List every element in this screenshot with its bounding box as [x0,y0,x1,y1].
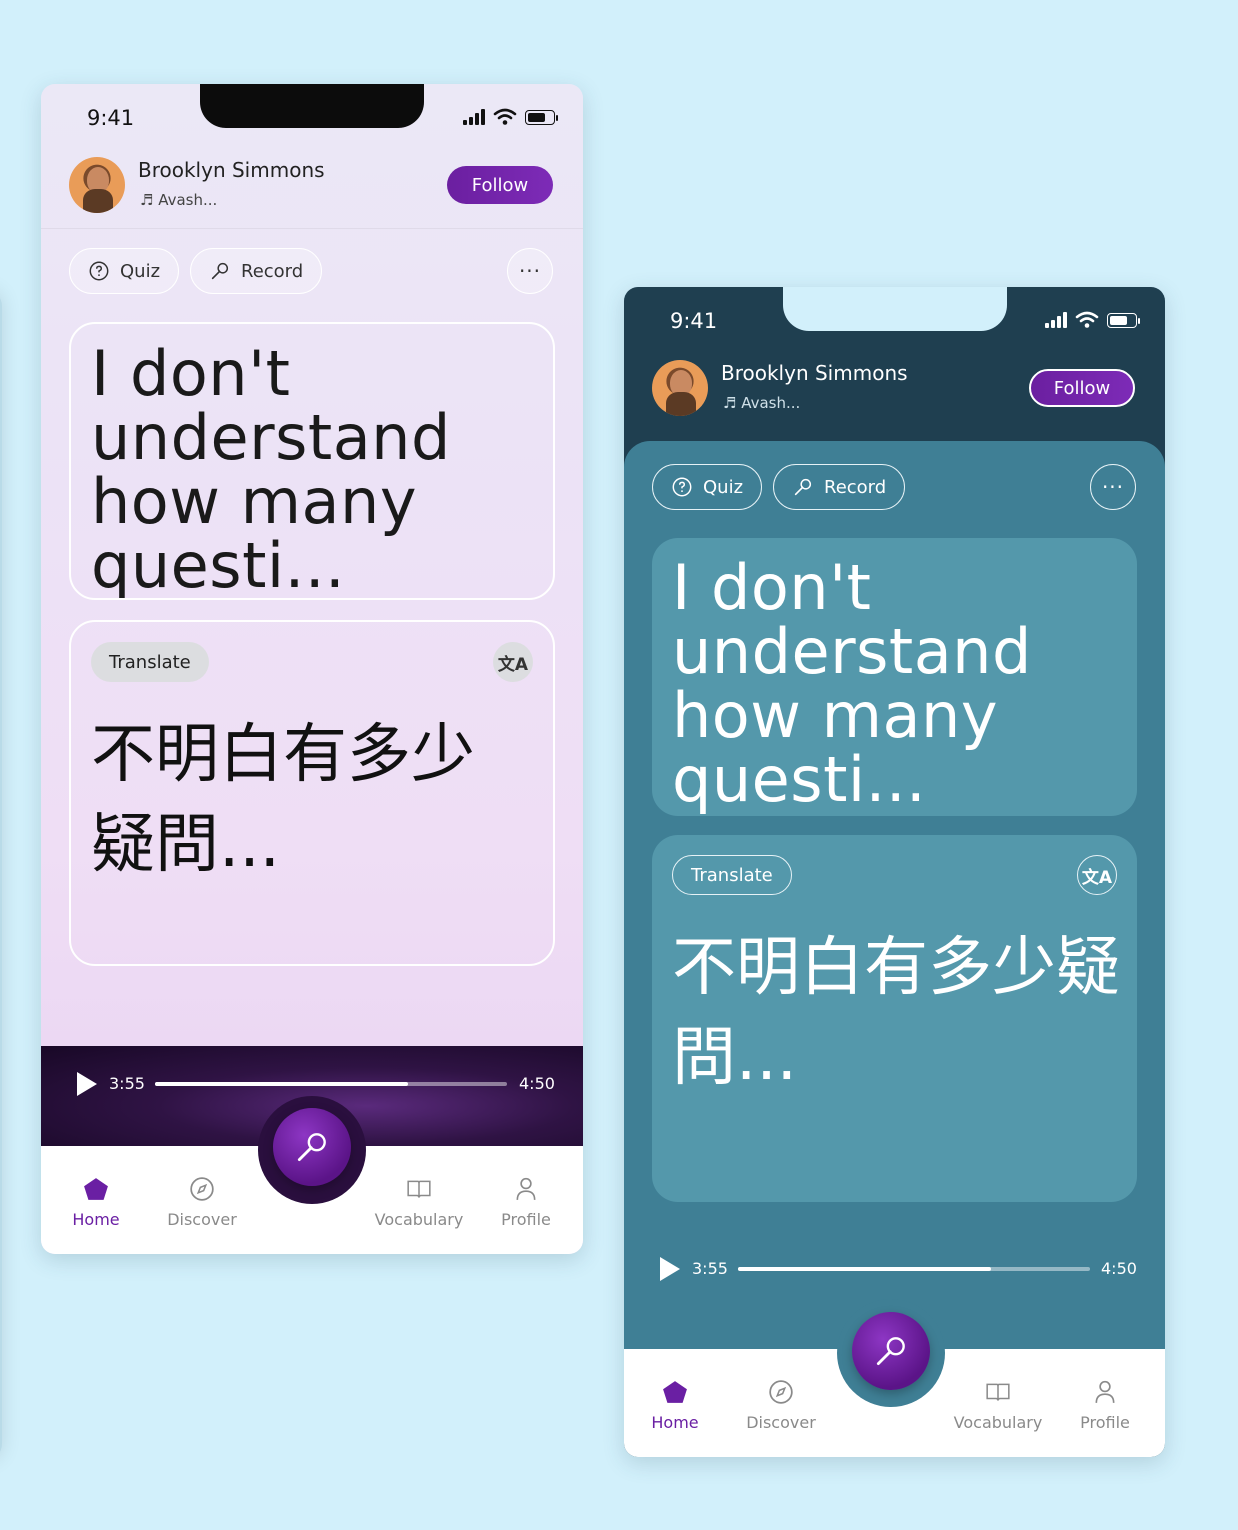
more-options-button[interactable]: ··· [1090,464,1136,510]
wifi-icon [1075,311,1099,328]
microphone-icon [211,262,229,280]
tab-profile[interactable]: Profile [476,1176,576,1229]
microphone-icon [876,1337,905,1366]
signal-icon [1045,312,1067,328]
translate-button[interactable]: Translate [672,855,792,895]
phrase-text: I don't understand how many questi... [91,337,451,600]
tab-vocabulary[interactable]: Vocabulary [369,1176,469,1229]
quiz-label: Quiz [703,476,744,498]
current-time: 3:55 [109,1074,145,1093]
person-icon [516,1177,536,1200]
microphone-icon [297,1133,326,1162]
record-button[interactable]: Record [190,248,323,294]
tab-label: Vocabulary [374,1210,464,1229]
avatar[interactable] [652,360,708,416]
tab-label: Home [72,1210,120,1229]
phone-light: 9:41 Brooklyn Simmons ♬ Avash... Follow … [41,84,583,1254]
phone-dark: 9:41 Brooklyn Simmons ♬ Avash... Follow … [624,287,1165,1457]
wifi-icon [493,108,517,125]
phrase-text: I don't understand how many questi... [672,551,1032,816]
tab-label: Discover [167,1210,237,1229]
translation-text: 不明白有多少疑問... [672,931,1120,1095]
home-icon [663,1381,687,1403]
translation-card: Translate 文A 不明白有多少疑問... [652,835,1137,1202]
signal-icon [463,109,485,125]
tab-profile[interactable]: Profile [1055,1379,1155,1432]
help-circle-icon [89,261,109,281]
translate-icon[interactable]: 文A [1077,855,1117,895]
battery-icon [525,109,558,125]
quiz-button[interactable]: Quiz [69,248,180,294]
tab-home[interactable]: Home [46,1176,146,1229]
track-name: ♬ Avash... [723,394,801,412]
track-name: ♬ Avash... [140,191,218,209]
book-icon [407,1180,431,1198]
status-icons [463,108,558,126]
phrase-card: I don't understand how many questi... [69,322,555,600]
more-options-button[interactable]: ··· [507,248,553,294]
status-icons [1045,311,1140,329]
tab-label: Discover [746,1413,816,1432]
book-icon [986,1383,1010,1401]
current-time: 3:55 [692,1259,728,1278]
translate-icon[interactable]: 文A [493,642,533,682]
tab-label: Home [651,1413,699,1432]
play-icon[interactable] [660,1257,680,1281]
progress-fill [155,1082,409,1086]
background-phone-edge [0,290,2,1460]
progress-track[interactable] [738,1267,1090,1271]
quiz-button[interactable]: Quiz [652,464,763,510]
help-circle-icon [672,477,692,497]
record-label: Record [241,260,304,282]
home-icon [84,1178,108,1200]
phrase-card: I don't understand how many questi... [652,538,1137,816]
tab-label: Profile [501,1210,551,1229]
compass-icon [190,1177,214,1201]
mic-button[interactable] [273,1108,351,1186]
follow-button[interactable]: Follow [447,166,553,204]
status-time: 9:41 [670,309,718,333]
translate-button[interactable]: Translate [91,642,209,682]
tab-label: Vocabulary [953,1413,1043,1432]
tab-discover[interactable]: Discover [731,1379,831,1432]
record-label: Record [824,476,887,498]
follow-button[interactable]: Follow [1029,369,1135,407]
battery-icon [1107,312,1140,328]
person-icon [1095,1380,1115,1403]
audio-player: 3:55 4:50 [624,1237,1165,1297]
quiz-label: Quiz [120,260,161,282]
notch [783,287,1007,331]
tab-vocabulary[interactable]: Vocabulary [948,1379,1048,1432]
tab-discover[interactable]: Discover [152,1176,252,1229]
compass-icon [769,1380,793,1404]
status-time: 9:41 [87,106,135,130]
progress-fill [738,1267,992,1271]
user-name: Brooklyn Simmons [138,158,325,182]
notch [200,84,424,128]
play-icon[interactable] [77,1072,97,1096]
record-button[interactable]: Record [773,464,906,510]
total-time: 4:50 [1101,1259,1137,1278]
progress-track[interactable] [155,1082,507,1086]
avatar[interactable] [69,157,125,213]
tab-label: Profile [1080,1413,1130,1432]
translation-card: Translate 文A 不明白有多少疑問... [69,620,555,966]
total-time: 4:50 [519,1074,555,1093]
mic-button[interactable] [852,1312,930,1390]
tab-home[interactable]: Home [625,1379,725,1432]
user-name: Brooklyn Simmons [721,361,908,385]
header-divider [41,228,583,229]
microphone-icon [794,478,812,496]
translation-text: 不明白有多少疑問... [91,718,475,882]
